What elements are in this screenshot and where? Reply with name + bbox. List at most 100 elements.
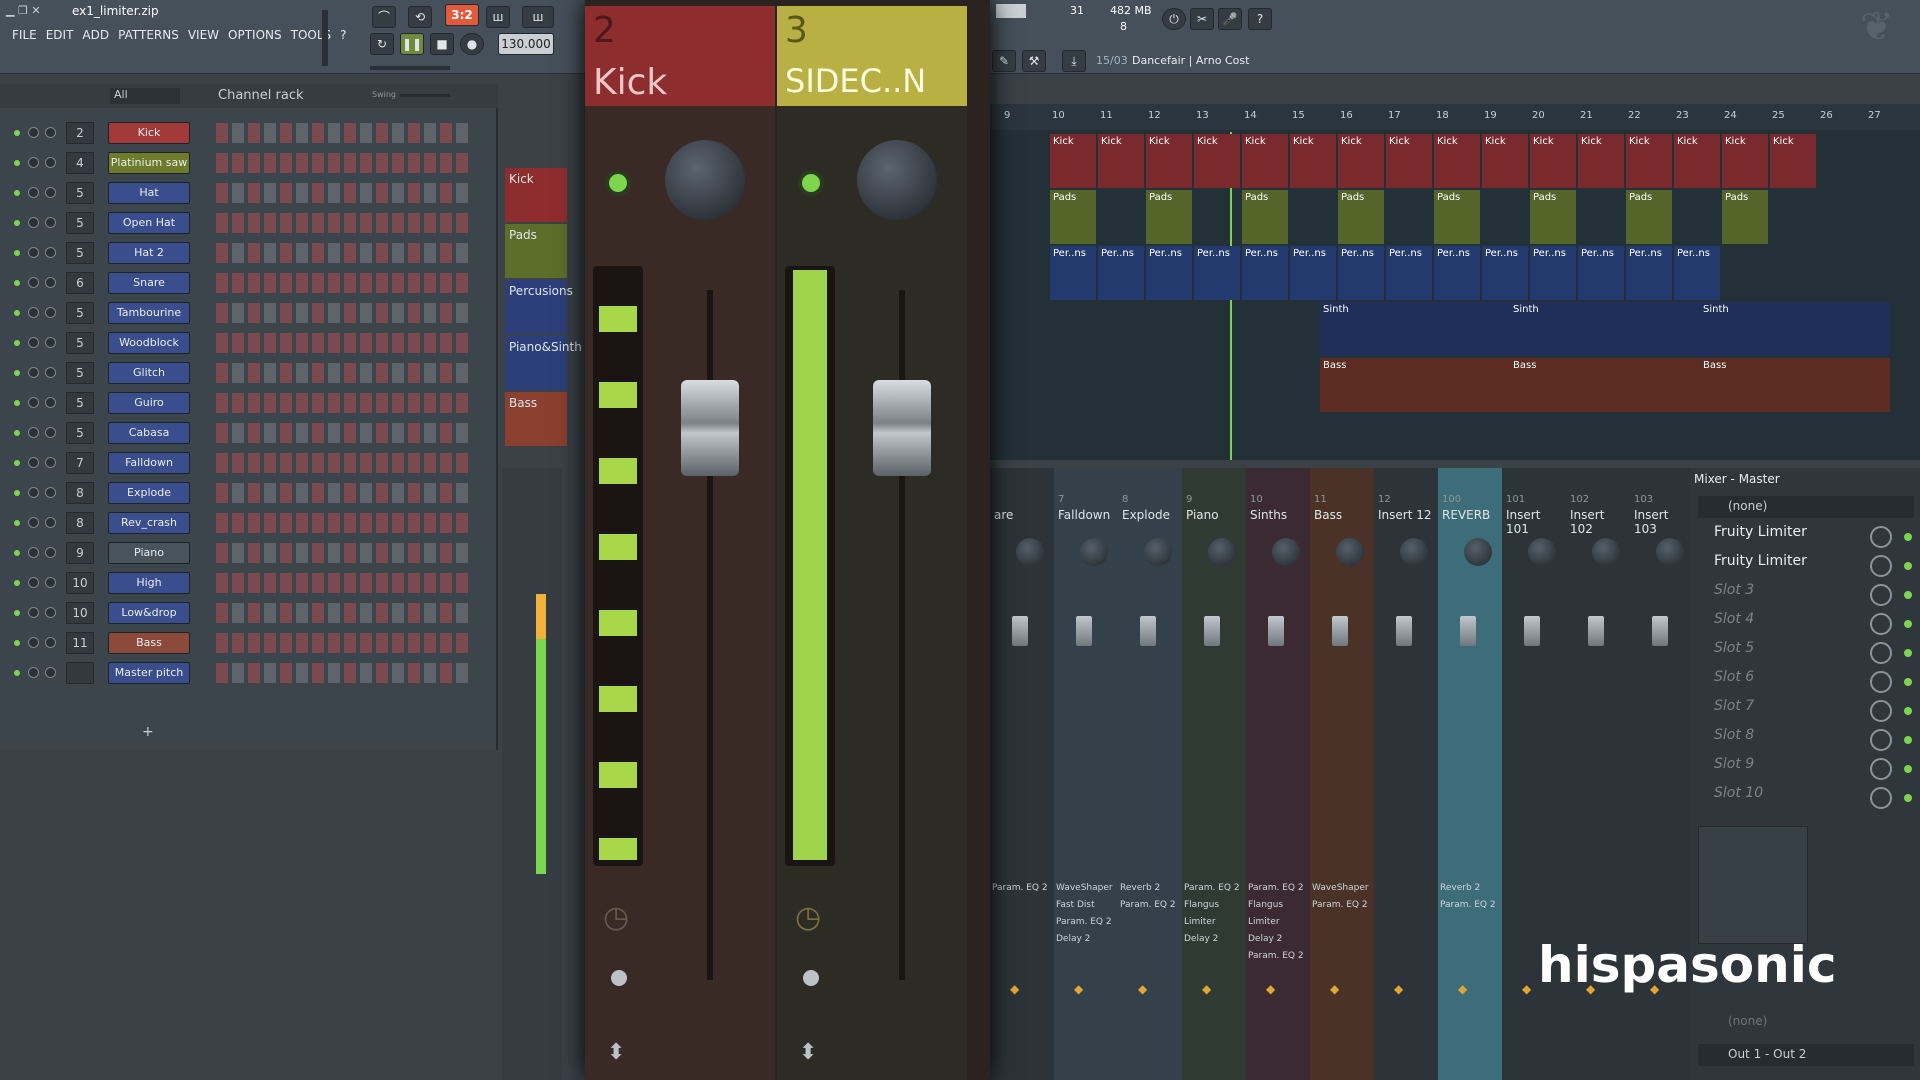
ruler-bar-number[interactable]: 21 bbox=[1580, 110, 1593, 121]
volume-knob[interactable] bbox=[45, 157, 56, 168]
fx-item[interactable]: WaveShaper bbox=[1056, 880, 1113, 897]
mute-led[interactable] bbox=[14, 400, 20, 406]
playlist-clip[interactable]: Pads bbox=[1530, 190, 1576, 244]
power-icon[interactable]: ⏻ bbox=[1162, 8, 1186, 30]
send-icon[interactable]: ◆ bbox=[1010, 982, 1019, 996]
mute-led[interactable] bbox=[14, 580, 20, 586]
fx-item[interactable]: Fast Dist bbox=[1056, 897, 1113, 914]
ruler-bar-number[interactable]: 10 bbox=[1052, 110, 1065, 121]
mixer-track-number[interactable]: 9 bbox=[66, 542, 94, 564]
sidechain-select[interactable]: (none) bbox=[1698, 1014, 1767, 1028]
mute-led[interactable] bbox=[14, 310, 20, 316]
pan-knob[interactable] bbox=[28, 337, 39, 348]
playlist-clip[interactable]: Per..ns bbox=[1530, 246, 1576, 300]
playlist-clip[interactable]: Per..ns bbox=[1194, 246, 1240, 300]
fx-slot[interactable]: Slot 3 bbox=[1698, 582, 1914, 609]
playlist-clip[interactable]: Kick bbox=[1194, 134, 1240, 188]
channel-name-button[interactable]: Explode bbox=[108, 482, 190, 504]
pattern-counter[interactable]: 3:2 bbox=[445, 4, 479, 26]
playlist-clip[interactable]: Kick bbox=[1626, 134, 1672, 188]
send-icon[interactable]: ◆ bbox=[1202, 982, 1211, 996]
channel-name-button[interactable]: Piano bbox=[108, 542, 190, 564]
playlist-clip[interactable]: Pads bbox=[1242, 190, 1288, 244]
pan-knob[interactable] bbox=[28, 127, 39, 138]
step-sequencer[interactable] bbox=[216, 363, 470, 383]
playlist-clip[interactable]: Per..ns bbox=[1050, 246, 1096, 300]
download-icon[interactable]: ⤓ bbox=[1062, 50, 1086, 72]
fx-mix-knob[interactable] bbox=[1870, 613, 1892, 635]
fx-item[interactable]: Delay 2 bbox=[1248, 931, 1304, 948]
playlist-clip[interactable]: Pads bbox=[1722, 190, 1768, 244]
strip-pan-knob[interactable] bbox=[1208, 538, 1236, 566]
volume-knob[interactable] bbox=[45, 457, 56, 468]
output-select[interactable]: Out 1 - Out 2 bbox=[1698, 1044, 1914, 1066]
mute-led[interactable] bbox=[14, 520, 20, 526]
playlist-clip[interactable]: Kick bbox=[1482, 134, 1528, 188]
fx-slot[interactable]: Fruity Limiter bbox=[1698, 553, 1914, 580]
step-sequencer[interactable] bbox=[216, 123, 470, 143]
send-icon[interactable]: ◆ bbox=[1266, 982, 1275, 996]
strip-volume-fader[interactable] bbox=[1140, 616, 1156, 646]
mixer-track-number[interactable]: 5 bbox=[66, 302, 94, 324]
fx-mix-knob[interactable] bbox=[1870, 700, 1892, 722]
add-channel-button[interactable]: + bbox=[142, 724, 154, 740]
channel-name-button[interactable]: High bbox=[108, 572, 190, 594]
mute-led[interactable] bbox=[14, 460, 20, 466]
fx-item[interactable]: Param. EQ 2 bbox=[1120, 897, 1176, 914]
kick-route-dot[interactable] bbox=[611, 970, 627, 986]
mute-led[interactable] bbox=[14, 130, 20, 136]
pan-knob[interactable] bbox=[28, 487, 39, 498]
fx-item[interactable]: Param. EQ 2 bbox=[1248, 948, 1304, 965]
playlist-clip[interactable]: Kick bbox=[1242, 134, 1288, 188]
playlist-clip[interactable]: Bass bbox=[1700, 358, 1890, 412]
mixer-track-number[interactable]: 5 bbox=[66, 182, 94, 204]
strip-name[interactable]: Insert 103 bbox=[1634, 508, 1694, 536]
mixer-track-number[interactable]: 5 bbox=[66, 392, 94, 414]
ruler-bar-number[interactable]: 25 bbox=[1772, 110, 1785, 121]
sidechain-clock-icon[interactable]: ◷ bbox=[795, 900, 821, 935]
pan-knob[interactable] bbox=[28, 157, 39, 168]
volume-knob[interactable] bbox=[45, 667, 56, 678]
ruler-bar-number[interactable]: 17 bbox=[1388, 110, 1401, 121]
channel-name-button[interactable]: Woodblock bbox=[108, 332, 190, 354]
fx-item[interactable]: Param. EQ 2 bbox=[1056, 914, 1113, 931]
fx-item[interactable]: Delay 2 bbox=[1184, 931, 1240, 948]
strip-pan-knob[interactable] bbox=[1016, 538, 1044, 566]
channel-name-button[interactable]: Tambourine bbox=[108, 302, 190, 324]
step-sequencer[interactable] bbox=[216, 213, 470, 233]
fx-item[interactable]: Flangus bbox=[1184, 897, 1240, 914]
volume-knob[interactable] bbox=[45, 547, 56, 558]
channel-name-button[interactable]: Open Hat bbox=[108, 212, 190, 234]
playlist-clip[interactable]: Pads bbox=[1626, 190, 1672, 244]
step-sequencer[interactable] bbox=[216, 423, 470, 443]
help-icon[interactable]: ? bbox=[1248, 8, 1272, 30]
playlist-clip[interactable]: Pads bbox=[1338, 190, 1384, 244]
volume-knob[interactable] bbox=[45, 427, 56, 438]
pan-knob[interactable] bbox=[28, 667, 39, 678]
mixer-track-number[interactable]: 10 bbox=[66, 602, 94, 624]
record-button[interactable]: ● bbox=[460, 33, 484, 55]
fx-mix-knob[interactable] bbox=[1870, 671, 1892, 693]
channel-name-button[interactable]: Rev_crash bbox=[108, 512, 190, 534]
fx-item[interactable]: Delay 2 bbox=[1056, 931, 1113, 948]
fx-item[interactable]: Param. EQ 2 bbox=[1184, 880, 1240, 897]
playlist-clip[interactable]: Per..ns bbox=[1242, 246, 1288, 300]
input-select[interactable]: (none) bbox=[1698, 496, 1914, 518]
fx-item[interactable]: WaveShaper bbox=[1312, 880, 1369, 897]
fx-enable-led[interactable] bbox=[1904, 707, 1912, 715]
playlist-clip[interactable]: Bass bbox=[1510, 358, 1700, 412]
tempo-display[interactable]: 130.000 bbox=[498, 33, 554, 55]
send-icon[interactable]: ◆ bbox=[1394, 982, 1403, 996]
pan-knob[interactable] bbox=[28, 577, 39, 588]
strip-name[interactable]: are bbox=[994, 508, 1013, 522]
playlist-clip[interactable]: Kick bbox=[1290, 134, 1336, 188]
mixer-track-number[interactable]: 10 bbox=[66, 572, 94, 594]
pause-button[interactable]: ❚❚ bbox=[400, 33, 424, 55]
strip-volume-fader[interactable] bbox=[1076, 616, 1092, 646]
mixer-track-number[interactable]: 5 bbox=[66, 362, 94, 384]
sidechain-volume-fader[interactable] bbox=[873, 380, 931, 476]
step-sequencer[interactable] bbox=[216, 393, 470, 413]
playlist-clip[interactable]: Kick bbox=[1722, 134, 1768, 188]
pan-knob[interactable] bbox=[28, 247, 39, 258]
strip-name[interactable]: Falldown bbox=[1058, 508, 1110, 522]
